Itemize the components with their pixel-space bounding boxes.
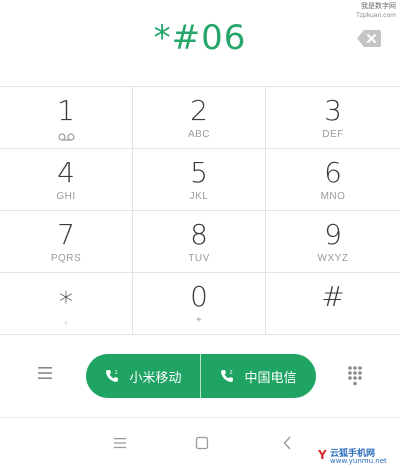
watermark-bottom: Y 云狐手机网 www.yunmu.net [318, 446, 400, 468]
dialer-action-bar: 1 小米移动 2 中国电信 [0, 334, 400, 418]
dual-sim-call-group: 1 小米移动 2 中国电信 [86, 354, 316, 398]
key-letters: DEF [322, 129, 344, 140]
watermark-bottom-line2: www.yunmu.net [330, 457, 387, 465]
key-digit: 3 [324, 94, 342, 127]
key-letters: PQRS [50, 253, 82, 264]
key-4[interactable]: 4 GHI [0, 149, 133, 211]
menu-icon[interactable] [36, 364, 56, 382]
key-digit: ∗ [57, 280, 75, 313]
key-letters: MNO [320, 191, 346, 202]
key-letters: + [195, 315, 203, 326]
watermark-logo-icon: Y [318, 448, 327, 462]
svg-text:1: 1 [115, 370, 118, 376]
key-7[interactable]: 7 PQRS [0, 211, 133, 273]
key-star[interactable]: ∗ , [0, 273, 133, 335]
back-chevron-icon[interactable] [279, 434, 297, 452]
dial-display: *#06 [0, 0, 400, 86]
home-square-icon[interactable] [193, 434, 211, 452]
key-digit: 0 [190, 280, 208, 313]
key-9[interactable]: 9 WXYZ [266, 211, 400, 273]
svg-text:2: 2 [230, 370, 233, 376]
key-digit: 8 [190, 218, 208, 251]
key-0[interactable]: 0 + [133, 273, 266, 335]
key-1[interactable]: 1 [0, 87, 133, 149]
call-sim2-button[interactable]: 2 中国电信 [201, 354, 316, 398]
key-digit: 4 [57, 156, 75, 189]
key-letters: JKL [189, 191, 209, 202]
key-digit: # [321, 280, 345, 313]
key-digit: 9 [324, 218, 342, 251]
key-2[interactable]: 2 ABC [133, 87, 266, 149]
key-letters: , [64, 315, 68, 326]
key-letters: GHI [56, 191, 76, 202]
call-sim1-button[interactable]: 1 小米移动 [86, 354, 201, 398]
recents-menu-icon[interactable] [111, 434, 129, 452]
key-digit: 5 [190, 156, 208, 189]
key-letters: ABC [187, 129, 211, 140]
sim1-label: 小米移动 [129, 370, 182, 386]
voicemail-icon [58, 127, 75, 141]
key-digit: 6 [324, 156, 342, 189]
key-5[interactable]: 5 JKL [133, 149, 266, 211]
key-digit: 1 [57, 94, 75, 127]
key-digit: 2 [190, 94, 208, 127]
key-hash[interactable]: # [266, 273, 400, 335]
key-6[interactable]: 6 MNO [266, 149, 400, 211]
phone-sim2-icon: 2 [221, 370, 234, 382]
dialpad-grid-icon[interactable] [347, 365, 363, 387]
key-3[interactable]: 3 DEF [266, 87, 400, 149]
key-8[interactable]: 8 TUV [133, 211, 266, 273]
phone-sim1-icon: 1 [106, 370, 119, 382]
dial-keypad: 1 2 ABC 3 DEF 4 GHI 5 JKL 6 MNO 7 PQRS 8… [0, 86, 400, 335]
sim2-label: 中国电信 [244, 370, 297, 386]
backspace-icon[interactable] [357, 30, 381, 47]
dialed-number: *#06 [153, 18, 247, 58]
key-letters: WXYZ [317, 253, 349, 264]
key-digit: 7 [57, 218, 75, 251]
key-letters: TUV [188, 253, 210, 264]
